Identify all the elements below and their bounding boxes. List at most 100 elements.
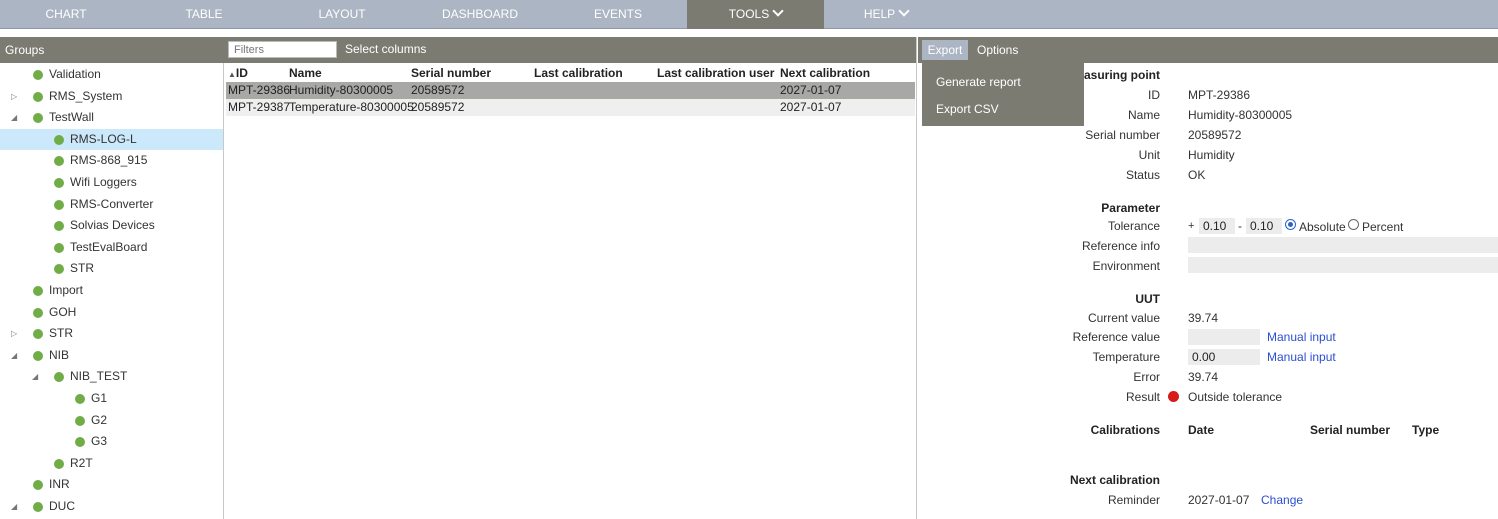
temperature-input[interactable]: 0.00: [1188, 349, 1260, 365]
status-dot-icon: [33, 350, 43, 361]
environment-label: Environment: [1092, 259, 1160, 273]
reference-info-label: Reference info: [1081, 239, 1160, 253]
column-header-next-calibration[interactable]: Next calibration: [780, 66, 870, 80]
percent-label: Percent: [1362, 220, 1404, 234]
tree-item-rms-converter[interactable]: RMS-Converter: [0, 194, 223, 215]
table-row[interactable]: MPT-29386 Humidity-80300005 20589572 202…: [226, 82, 915, 99]
column-last-cal-user-label: Last calibration user: [657, 66, 775, 80]
tree-item-nib-test[interactable]: ◢ NIB_TEST: [0, 366, 223, 387]
export-menu: Generate report Export CSV: [922, 63, 1084, 126]
reference-value-input[interactable]: [1188, 329, 1260, 345]
tree-item-wifi-loggers[interactable]: Wifi Loggers: [0, 172, 223, 193]
tree-item-goh[interactable]: GOH: [0, 302, 223, 323]
tolerance-minus-input[interactable]: 0.10: [1246, 218, 1282, 234]
collapse-icon[interactable]: ◢: [32, 366, 38, 387]
column-header-serial[interactable]: Serial number: [411, 66, 491, 80]
nav-tools-label: TOOLS: [728, 7, 770, 21]
collapse-icon[interactable]: ◢: [11, 107, 17, 128]
select-columns-button[interactable]: Select columns: [345, 42, 426, 56]
tree-item-validation[interactable]: Validation: [0, 64, 223, 85]
tree-item-rms-log-l[interactable]: RMS-LOG-L: [0, 128, 223, 150]
filter-input[interactable]: [228, 41, 337, 58]
chevron-down-icon: [772, 5, 784, 17]
percent-radio[interactable]: [1348, 219, 1359, 230]
collapse-icon[interactable]: ◢: [11, 496, 17, 517]
detail-toolbar: Export Options: [918, 37, 1498, 63]
plus-sign: +: [1188, 220, 1195, 232]
column-next-cal-label: Next calibration: [780, 66, 871, 80]
nav-dashboard[interactable]: DASHBOARD: [428, 0, 532, 29]
tree-item-inr[interactable]: INR: [0, 474, 223, 495]
expand-icon[interactable]: ▷: [11, 323, 17, 344]
tree-item-testevalboard[interactable]: TestEvalBoard: [0, 237, 223, 258]
nav-table[interactable]: TABLE: [158, 0, 250, 29]
tree-item-testwall[interactable]: ◢ TestWall: [0, 107, 223, 128]
nav-dashboard-label: DASHBOARD: [441, 7, 518, 21]
expand-icon[interactable]: ▷: [11, 86, 17, 107]
absolute-radio[interactable]: [1285, 219, 1296, 230]
tree-item-g3[interactable]: G3: [0, 431, 223, 452]
tree-item-label: INR: [49, 477, 70, 492]
status-dot-icon: [33, 70, 43, 80]
reference-info-input[interactable]: [1188, 237, 1498, 253]
nav-tools[interactable]: TOOLS: [687, 0, 824, 29]
tree-item-duc[interactable]: ◢ DUC: [0, 496, 223, 517]
tree-item-rms-868-915[interactable]: RMS-868_915: [0, 150, 223, 171]
environment-input[interactable]: [1188, 257, 1498, 273]
nav-events[interactable]: EVENTS: [572, 0, 664, 29]
cell-name: Temperature-80300005: [289, 100, 414, 114]
tree-item-solvias-devices[interactable]: Solvias Devices: [0, 215, 223, 236]
tree-item-str[interactable]: STR: [0, 258, 223, 279]
top-nav: CHART TABLE LAYOUT DASHBOARD EVENTS TOOL…: [0, 0, 1498, 29]
table-row[interactable]: MPT-29387 Temperature-80300005 20589572 …: [226, 99, 915, 116]
status-dot-icon: [54, 458, 64, 469]
cell-id: MPT-29386: [228, 83, 291, 97]
temperature-manual-input-link[interactable]: Manual input: [1267, 350, 1336, 364]
column-header-last-calibration-user[interactable]: Last calibration user: [657, 66, 774, 80]
column-header-last-calibration[interactable]: Last calibration: [534, 66, 623, 80]
tree-item-label: STR: [49, 326, 73, 341]
tree-item-rms-system[interactable]: ▷ RMS_System: [0, 86, 223, 107]
export-tab[interactable]: Export: [922, 40, 968, 60]
tolerance-plus-input[interactable]: 0.10: [1199, 218, 1235, 234]
generate-report-item[interactable]: Generate report: [936, 75, 1021, 89]
reference-manual-input-link[interactable]: Manual input: [1267, 330, 1336, 344]
tree-item-label: TestEvalBoard: [70, 239, 148, 254]
reminder-value: 2027-01-07: [1188, 493, 1250, 507]
options-tab[interactable]: Options: [977, 40, 1018, 60]
cell-next-cal: 2027-01-07: [780, 100, 842, 114]
column-header-name[interactable]: Name: [289, 66, 322, 80]
tree-item-str[interactable]: ▷ STR: [0, 323, 223, 344]
tree-item-g2[interactable]: G2: [0, 410, 223, 431]
table-panel: Select columns ▲ID Name Serial number La…: [224, 37, 917, 519]
nav-help-label: HELP: [863, 7, 896, 21]
status-dot-icon: [33, 329, 43, 340]
tree-item-label: DUC: [49, 499, 75, 513]
reference-value-label: Reference value: [1072, 330, 1160, 344]
nav-help[interactable]: HELP: [840, 0, 932, 29]
groups-panel: Groups Validation ▷ RMS_System ◢ TestWall RMS…: [0, 37, 224, 519]
nav-chart-label: CHART: [45, 7, 87, 21]
nav-layout[interactable]: LAYOUT: [296, 0, 388, 29]
column-last-cal-label: Last calibration: [534, 66, 623, 80]
collapse-icon[interactable]: ◢: [11, 345, 17, 366]
export-csv-item[interactable]: Export CSV: [936, 102, 999, 116]
tree-item-nib[interactable]: ◢ NIB: [0, 345, 223, 366]
nav-events-label: EVENTS: [593, 7, 642, 21]
column-header-id[interactable]: ▲ID: [228, 66, 248, 80]
status-value: OK: [1188, 168, 1206, 182]
cell-id: MPT-29387: [228, 100, 291, 114]
parameter-heading: Parameter: [1101, 201, 1160, 215]
tree-item-g1[interactable]: G1: [0, 388, 223, 409]
change-link[interactable]: Change: [1261, 493, 1303, 507]
tree-item-label: Import: [49, 283, 84, 297]
nav-chart[interactable]: CHART: [20, 0, 112, 29]
tree-item-import[interactable]: Import: [0, 280, 223, 301]
tree-item-label: Validation: [49, 67, 101, 81]
absolute-label: Absolute: [1299, 220, 1346, 234]
cell-serial: 20589572: [411, 100, 465, 114]
tree-item-label: STR: [70, 261, 94, 276]
calibrations-heading: Calibrations: [1090, 423, 1160, 437]
tree-item-label: NIB: [49, 347, 70, 362]
tree-item-r2t[interactable]: R2T: [0, 453, 223, 474]
